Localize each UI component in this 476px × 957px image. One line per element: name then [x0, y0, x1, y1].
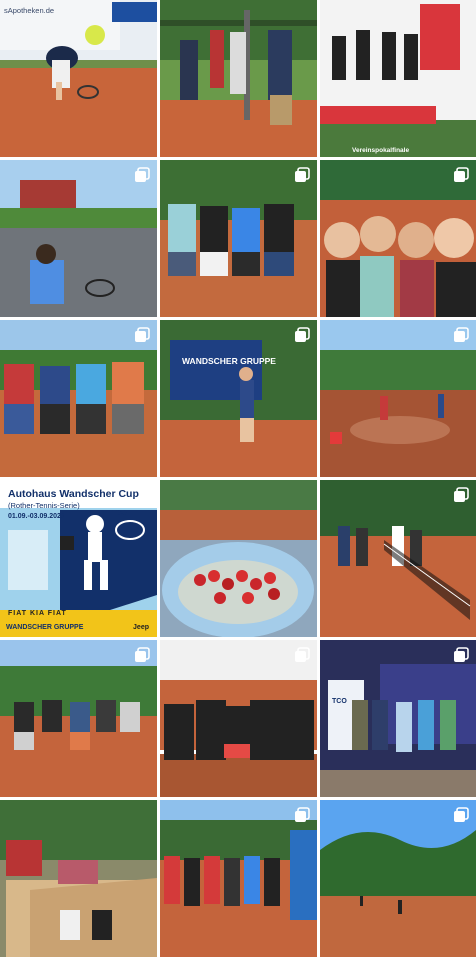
post-8-banner-text: WANDSCHER GRUPPE	[182, 356, 276, 366]
post-5-photo	[160, 160, 317, 317]
multiple-images-icon	[453, 167, 469, 183]
post-15[interactable]: TCO	[320, 640, 476, 797]
post-17[interactable]	[160, 800, 317, 957]
post-7-photo	[0, 320, 157, 477]
post-11-photo	[160, 480, 317, 637]
post-2[interactable]	[160, 0, 317, 157]
post-11[interactable]	[160, 480, 317, 637]
post-16[interactable]	[0, 800, 157, 957]
post-13[interactable]	[0, 640, 157, 797]
post-9-photo	[320, 320, 476, 477]
multiple-images-icon	[134, 167, 150, 183]
post-10-logo: TCO	[112, 510, 127, 517]
multiple-images-icon	[294, 807, 310, 823]
multiple-images-icon	[134, 647, 150, 663]
multiple-images-icon	[134, 327, 150, 343]
post-18[interactable]	[320, 800, 476, 957]
post-9[interactable]	[320, 320, 476, 477]
post-15-logo: TCO	[332, 698, 347, 705]
multiple-images-icon	[453, 487, 469, 503]
multiple-images-icon	[294, 167, 310, 183]
multiple-images-icon	[453, 807, 469, 823]
post-3[interactable]: Vereinspokalfinale	[320, 0, 476, 157]
multiple-images-icon	[453, 327, 469, 343]
post-3-banner-text: Vereinspokalfinale	[352, 147, 410, 154]
post-16-photo	[0, 800, 157, 957]
post-18-photo	[320, 800, 476, 957]
post-8[interactable]: WANDSCHER GRUPPE	[160, 320, 317, 477]
post-15-photo	[320, 640, 476, 797]
post-grid: sApotheken.de Vereinspokalfinale WANDSCH…	[0, 0, 476, 957]
post-10-brands: FIAT KIA FIAT	[8, 610, 67, 617]
post-8-photo	[160, 320, 317, 477]
multiple-images-icon	[294, 647, 310, 663]
post-1[interactable]: sApotheken.de	[0, 0, 157, 157]
post-7[interactable]	[0, 320, 157, 477]
post-12-photo	[320, 480, 476, 637]
post-14-photo	[160, 640, 317, 797]
post-13-photo	[0, 640, 157, 797]
post-2-photo	[160, 0, 317, 157]
multiple-images-icon	[294, 327, 310, 343]
post-4[interactable]	[0, 160, 157, 317]
multiple-images-icon	[453, 647, 469, 663]
post-12[interactable]	[320, 480, 476, 637]
post-17-photo	[160, 800, 317, 957]
post-1-photo	[0, 0, 157, 157]
post-6-photo	[320, 160, 476, 317]
post-10-subtitle: (Rother-Tennis-Serie)	[8, 501, 80, 510]
post-10-date: 01.09.-03.09.2023	[8, 513, 65, 520]
post-10-footer: WANDSCHER GRUPPE	[6, 624, 84, 631]
post-3-photo	[320, 0, 476, 157]
post-1-sponsor-text: sApotheken.de	[4, 6, 55, 15]
post-5[interactable]	[160, 160, 317, 317]
post-10[interactable]: Autohaus Wandscher Cup (Rother-Tennis-Se…	[0, 480, 157, 637]
post-10-title: Autohaus Wandscher Cup	[8, 488, 139, 500]
post-4-photo	[0, 160, 157, 317]
post-10-jeep: Jeep	[133, 624, 149, 631]
post-14[interactable]	[160, 640, 317, 797]
post-6[interactable]	[320, 160, 476, 317]
